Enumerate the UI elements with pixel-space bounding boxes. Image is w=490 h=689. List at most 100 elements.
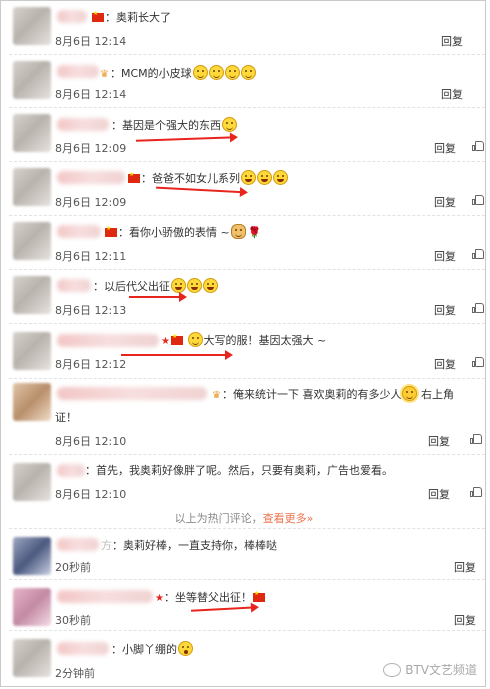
username-blurred[interactable] — [57, 225, 101, 238]
smile-emoji-icon — [224, 65, 240, 80]
dog-emoji-icon — [230, 224, 246, 239]
username-blurred[interactable] — [57, 171, 125, 184]
comment-item: ♛：俺来统计一下 喜欢奥莉的有多少人 右上角 证！ 8月6日 12:10 回复 — [1, 379, 487, 454]
like-thumb-icon[interactable] — [472, 249, 484, 259]
star-icon: ★ — [161, 336, 170, 347]
comment-text-continued: 证！ — [55, 411, 77, 424]
avatar[interactable] — [13, 61, 51, 99]
avatar[interactable] — [13, 463, 51, 501]
smile-emoji-icon — [192, 65, 208, 80]
reply-button[interactable]: 回复 — [434, 356, 456, 372]
username-blurred[interactable] — [57, 642, 109, 655]
red-arrow-annotation — [135, 136, 237, 142]
red-arrow-annotation — [129, 292, 187, 302]
reply-button[interactable]: 回复 — [434, 194, 456, 210]
username-blurred[interactable] — [57, 118, 109, 131]
china-flag-icon — [252, 590, 265, 602]
reply-button[interactable]: 回复 — [454, 559, 476, 575]
username-blurred[interactable] — [57, 10, 87, 23]
reply-button[interactable]: 回复 — [441, 86, 463, 102]
like-thumb-icon[interactable] — [472, 195, 484, 205]
like-thumb-icon[interactable] — [472, 357, 484, 367]
smile-emoji-icon — [222, 117, 237, 132]
comment-time: 8月6日 12:10 — [55, 488, 127, 501]
reply-button[interactable]: 回复 — [434, 248, 456, 264]
reply-button[interactable]: 回复 — [434, 140, 456, 156]
username-blurred[interactable] — [57, 334, 159, 347]
comment-item: ：首先，我奥莉好像胖了呢。然后，只要有奥莉，广告也爱看。 8月6日 12:10 … — [1, 455, 487, 507]
like-thumb-icon[interactable] — [472, 303, 484, 313]
hot-comments-label: 以上为热门评论， — [174, 512, 263, 525]
comment-time: 2分钟前 — [55, 667, 95, 680]
comment-text: ♛：俺来统计一下 喜欢奥莉的有多少人 右上角 — [212, 386, 454, 401]
avatar[interactable] — [13, 383, 51, 421]
avatar[interactable] — [13, 276, 51, 314]
avatar[interactable] — [13, 332, 51, 370]
comment-time: 8月6日 12:09 — [55, 142, 127, 155]
comment-item: ：小脚丫绷的 2分钟前 — [1, 631, 487, 687]
red-arrow-annotation — [121, 350, 233, 360]
see-more-link[interactable]: 查看更多» — [263, 512, 314, 525]
comment-item: ：以后代父出征 8月6日 12:13 回复 — [1, 270, 487, 323]
avatar[interactable] — [13, 168, 51, 206]
comment-item: ：基因是个强大的东西 8月6日 12:09 回复 — [1, 108, 487, 161]
laugh-cry-emoji-icon — [241, 170, 256, 185]
laugh-cry-emoji-icon — [273, 170, 288, 185]
sun-emoji-icon — [402, 386, 418, 401]
comments-panel: ：奥莉长大了 8月6日 12:14 回复 ♛：MCM的小皮球 8月6日 12:1… — [0, 0, 486, 687]
comment-time: 8月6日 12:13 — [55, 304, 127, 317]
smile-emoji-icon — [208, 65, 224, 80]
comment-time: 8月6日 12:14 — [55, 88, 127, 101]
avatar[interactable] — [13, 222, 51, 260]
comment-text: ：看你小骄傲的表情 ~🌹 — [104, 224, 261, 240]
comment-text: ：爸爸不如女儿系列 — [127, 170, 288, 186]
like-thumb-icon[interactable] — [470, 434, 482, 444]
watermark: BTV文艺频道 — [383, 661, 477, 678]
avatar[interactable] — [13, 537, 51, 575]
laugh-cry-emoji-icon — [257, 170, 272, 185]
comment-item: 方：奥莉好棒，一直支持你，棒棒哒 20秒前 回复 — [1, 529, 487, 579]
username-blurred[interactable] — [57, 279, 91, 292]
china-flag-icon — [128, 171, 140, 183]
comment-time: 8月6日 12:09 — [55, 196, 127, 209]
comment-time: 8月6日 12:12 — [55, 358, 127, 371]
avatar[interactable] — [13, 114, 51, 152]
smirk-emoji-icon — [188, 332, 204, 347]
like-thumb-icon[interactable] — [472, 141, 484, 151]
reply-button[interactable]: 回复 — [441, 33, 463, 49]
avatar[interactable] — [13, 7, 51, 45]
laugh-cry-emoji-icon — [171, 278, 186, 293]
username-blurred[interactable] — [57, 590, 153, 603]
comment-item: ：爸爸不如女儿系列 8月6日 12:09 回复 — [1, 162, 487, 215]
red-arrow-annotation — [156, 186, 246, 194]
comment-item: ：奥莉长大了 8月6日 12:14 回复 — [1, 1, 487, 53]
avatar[interactable] — [13, 639, 51, 677]
username-blurred[interactable] — [57, 538, 99, 551]
red-arrow-annotation — [190, 606, 258, 612]
username-blurred[interactable] — [57, 387, 207, 400]
reply-button[interactable]: 回复 — [434, 302, 456, 318]
comment-time: 8月6日 12:11 — [55, 250, 127, 263]
comment-item: ♛：MCM的小皮球 8月6日 12:14 回复 — [1, 55, 487, 107]
reply-button[interactable]: 回复 — [428, 486, 450, 502]
username-blurred[interactable] — [57, 464, 85, 477]
comment-text: ：奥莉长大了 — [91, 9, 171, 25]
comment-text: ：小脚丫绷的 — [111, 641, 193, 657]
laugh-cry-emoji-icon — [203, 278, 218, 293]
wechat-logo-icon — [383, 663, 402, 677]
like-thumb-icon[interactable] — [470, 487, 482, 497]
star-icon: ★ — [155, 593, 164, 604]
comment-text: ：以后代父出征 — [93, 278, 218, 294]
avatar[interactable] — [13, 588, 51, 626]
comment-text: 方：奥莉好棒，一直支持你，棒棒哒 — [101, 539, 277, 552]
reply-button[interactable]: 回复 — [428, 433, 450, 449]
china-flag-icon — [92, 10, 104, 22]
comment-item: ★ 大写的服！基因太强大 ~ 8月6日 12:12 回复 — [1, 324, 487, 378]
comment-time: 8月6日 12:14 — [55, 35, 127, 48]
comment-text: ：首先，我奥莉好像胖了呢。然后，只要有奥莉，广告也爱看。 — [85, 464, 393, 477]
smile-emoji-icon — [240, 65, 256, 80]
reply-button[interactable]: 回复 — [454, 612, 476, 628]
username-blurred[interactable] — [57, 65, 99, 78]
china-flag-icon — [170, 333, 183, 345]
comment-time: 30秒前 — [55, 614, 91, 627]
